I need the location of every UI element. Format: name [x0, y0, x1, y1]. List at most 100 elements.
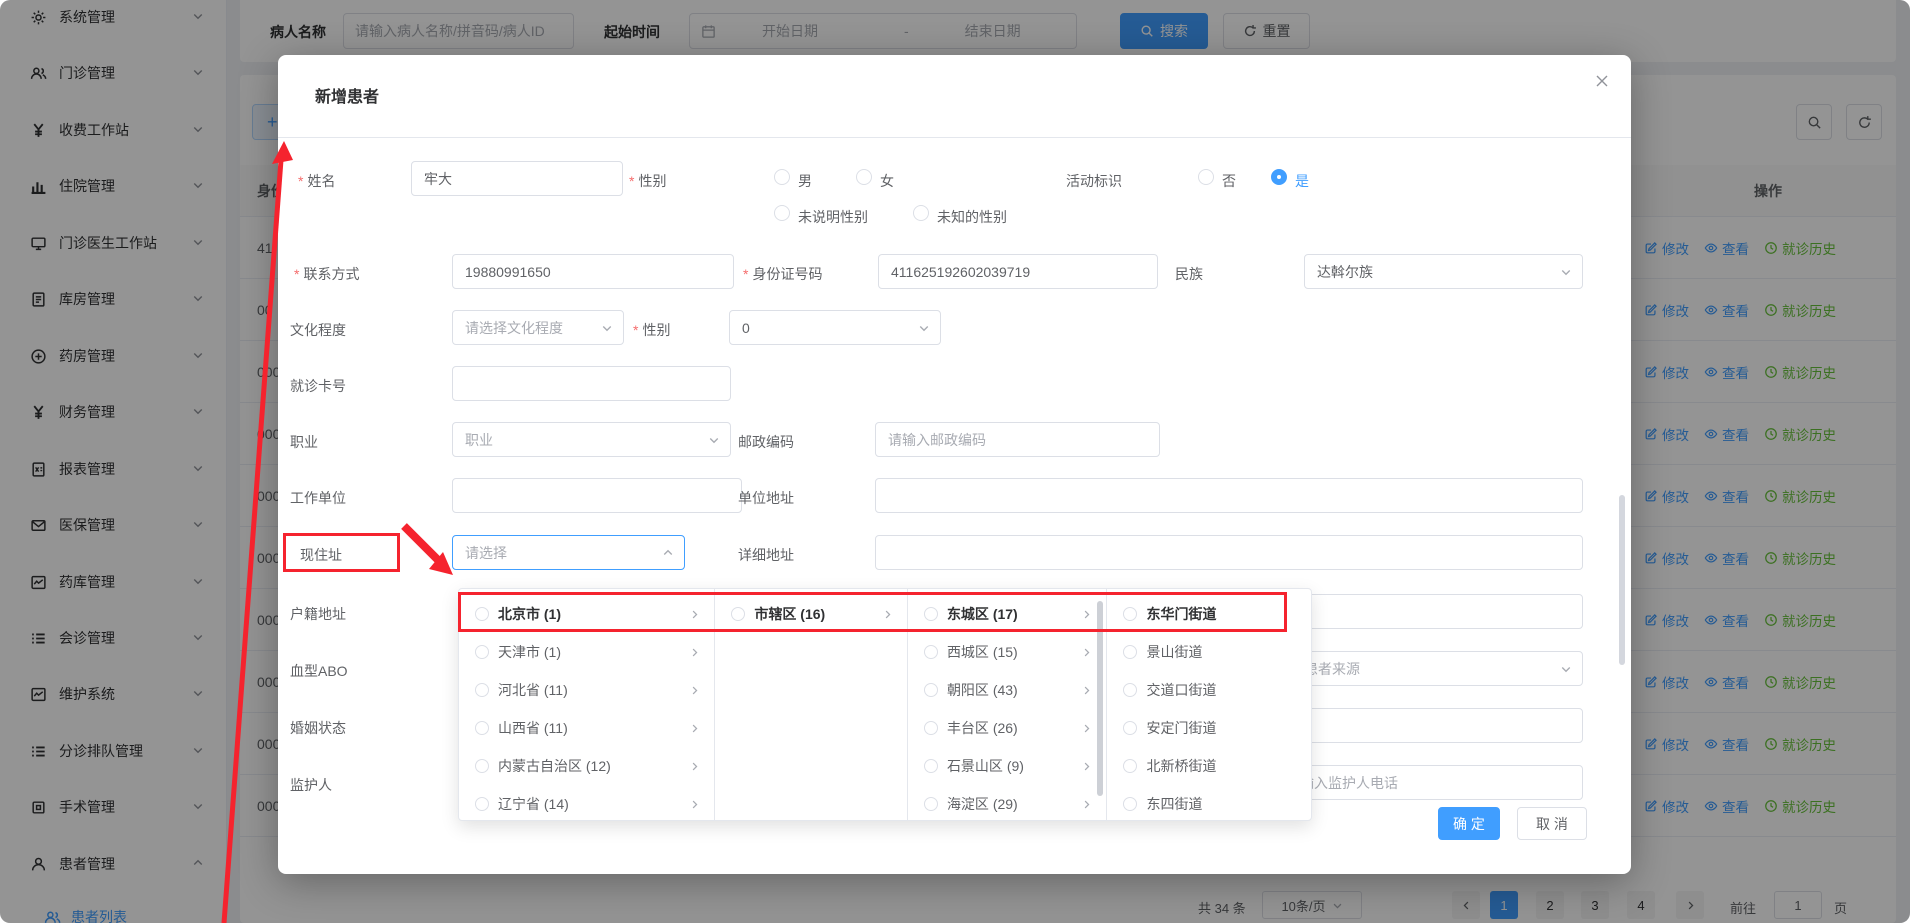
cascader-option-label: 北新桥街道: [1146, 756, 1216, 776]
radio-icon[interactable]: [924, 645, 938, 659]
cascader-option-label: 天津市 (1): [498, 642, 561, 662]
cascader-option[interactable]: 东城区 (17): [908, 595, 1107, 633]
active-flag-label: 活动标识: [1066, 171, 1122, 191]
cascader-option[interactable]: 东四街道: [1107, 785, 1311, 820]
chevron-right-icon: [1081, 723, 1092, 734]
cascader-option[interactable]: 山西省 (11): [459, 709, 714, 747]
cascader-option[interactable]: 西城区 (15): [908, 633, 1107, 671]
cascader-option-label: 丰台区 (26): [947, 718, 1018, 738]
radio-active-no-label[interactable]: 否: [1222, 171, 1236, 191]
cascader-option[interactable]: 景山街道: [1107, 633, 1311, 671]
cascader-option[interactable]: 石景山区 (9): [908, 747, 1107, 785]
ethnic-select[interactable]: 达斡尔族: [1304, 254, 1583, 289]
work-unit-input[interactable]: [452, 478, 742, 513]
radio-icon[interactable]: [924, 759, 938, 773]
cascader-scrollbar[interactable]: [1097, 601, 1103, 796]
radio-male[interactable]: [774, 169, 790, 185]
cascader-option[interactable]: 内蒙古自治区 (12): [459, 747, 714, 785]
detail-address-input[interactable]: [875, 535, 1583, 570]
gender2-select[interactable]: 0: [729, 310, 941, 345]
cascader-option-label: 石景山区 (9): [947, 756, 1024, 776]
cascader-option-label: 市辖区 (16): [754, 604, 825, 624]
radio-icon[interactable]: [924, 721, 938, 735]
radio-icon[interactable]: [475, 645, 489, 659]
app-window: 系统管理门诊管理收费工作站住院管理门诊医生工作站库房管理药房管理财务管理报表管理…: [0, 0, 1910, 923]
cascader-option[interactable]: 丰台区 (26): [908, 709, 1107, 747]
postal-input[interactable]: 请输入邮政编码: [875, 422, 1160, 457]
chevron-right-icon: [689, 761, 700, 772]
radio-icon[interactable]: [731, 607, 745, 621]
blood-type-label: 血型ABO: [290, 661, 348, 681]
unit-address-input[interactable]: [875, 478, 1583, 513]
cascader-option[interactable]: 交道口街道: [1107, 671, 1311, 709]
radio-active-yes-label[interactable]: 是: [1295, 171, 1309, 191]
education-select[interactable]: 请选择文化程度: [452, 310, 624, 345]
cascader-option-label: 山西省 (11): [498, 718, 568, 738]
radio-icon[interactable]: [1123, 607, 1137, 621]
cascader-option-label: 东城区 (17): [947, 604, 1018, 624]
gender-label: 性别: [629, 171, 666, 191]
cascader-option[interactable]: 河北省 (11): [459, 671, 714, 709]
card-no-input[interactable]: [452, 366, 731, 401]
radio-icon[interactable]: [1123, 683, 1137, 697]
chevron-right-icon: [689, 685, 700, 696]
radio-icon[interactable]: [924, 797, 938, 811]
chevron-right-icon: [1081, 761, 1092, 772]
radio-icon[interactable]: [1123, 645, 1137, 659]
cascader-option-label: 北京市 (1): [498, 604, 561, 624]
cascader-option[interactable]: 市辖区 (16): [715, 595, 907, 633]
cascader-option[interactable]: 辽宁省 (14): [459, 785, 714, 820]
radio-female-label[interactable]: 女: [880, 171, 894, 191]
modal-scrollbar[interactable]: [1619, 495, 1625, 665]
cascader-option[interactable]: 东华门街道: [1107, 595, 1311, 633]
gender2-label: 性别: [633, 320, 670, 340]
radio-icon[interactable]: [924, 607, 938, 621]
occupation-label: 职业: [290, 432, 318, 452]
radio-active-no[interactable]: [1198, 169, 1214, 185]
chevron-right-icon: [689, 723, 700, 734]
radio-icon[interactable]: [475, 721, 489, 735]
cascader-option[interactable]: 天津市 (1): [459, 633, 714, 671]
cascader-option[interactable]: 北新桥街道: [1107, 747, 1311, 785]
radio-icon[interactable]: [475, 607, 489, 621]
id-card-input[interactable]: 411625192602039719: [878, 254, 1158, 289]
chevron-down-icon: [1560, 266, 1572, 278]
cascader-column-2: 市辖区 (16): [715, 589, 908, 820]
cascader-option-label: 西城区 (15): [947, 642, 1018, 662]
radio-female[interactable]: [856, 169, 872, 185]
radio-active-yes[interactable]: [1271, 169, 1287, 185]
postal-label: 邮政编码: [738, 432, 794, 452]
radio-icon[interactable]: [1123, 797, 1137, 811]
cascader-option-label: 内蒙古自治区 (12): [498, 756, 611, 776]
chevron-right-icon: [689, 647, 700, 658]
radio-icon[interactable]: [475, 759, 489, 773]
cascader-option-label: 景山街道: [1146, 642, 1202, 662]
cascader-option[interactable]: 朝阳区 (43): [908, 671, 1107, 709]
name-input[interactable]: 牢大: [411, 161, 623, 196]
address-cascader-dropdown: 北京市 (1) 天津市 (1) 河北省 (11) 山西省 (11) 内蒙古自治区 (12…: [458, 588, 1312, 821]
close-icon[interactable]: [1594, 73, 1614, 93]
contact-input[interactable]: 19880991650: [452, 254, 734, 289]
cascader-option[interactable]: 安定门街道: [1107, 709, 1311, 747]
radio-gender-unknown-label[interactable]: 未知的性别: [937, 207, 1007, 227]
radio-icon[interactable]: [475, 797, 489, 811]
radio-gender-unspecified-label[interactable]: 未说明性别: [798, 207, 868, 227]
current-address-cascader[interactable]: 请选择: [452, 535, 685, 570]
radio-gender-unspecified[interactable]: [774, 205, 790, 221]
chevron-right-icon: [689, 609, 700, 620]
current-address-label: 现住址: [300, 545, 342, 565]
cancel-button[interactable]: 取 消: [1517, 807, 1587, 840]
radio-icon[interactable]: [924, 683, 938, 697]
radio-icon[interactable]: [475, 683, 489, 697]
confirm-button[interactable]: 确 定: [1438, 807, 1500, 840]
cascader-option-label: 东华门街道: [1146, 604, 1216, 624]
marital-status-label: 婚姻状态: [290, 718, 346, 738]
radio-icon[interactable]: [1123, 759, 1137, 773]
radio-gender-unknown[interactable]: [913, 205, 929, 221]
radio-icon[interactable]: [1123, 721, 1137, 735]
cascader-column-4: 东华门街道景山街道交道口街道安定门街道北新桥街道东四街道: [1107, 589, 1311, 820]
occupation-select[interactable]: 职业: [452, 422, 731, 457]
cascader-option[interactable]: 海淀区 (29): [908, 785, 1107, 820]
radio-male-label[interactable]: 男: [798, 171, 812, 191]
cascader-option[interactable]: 北京市 (1): [459, 595, 714, 633]
